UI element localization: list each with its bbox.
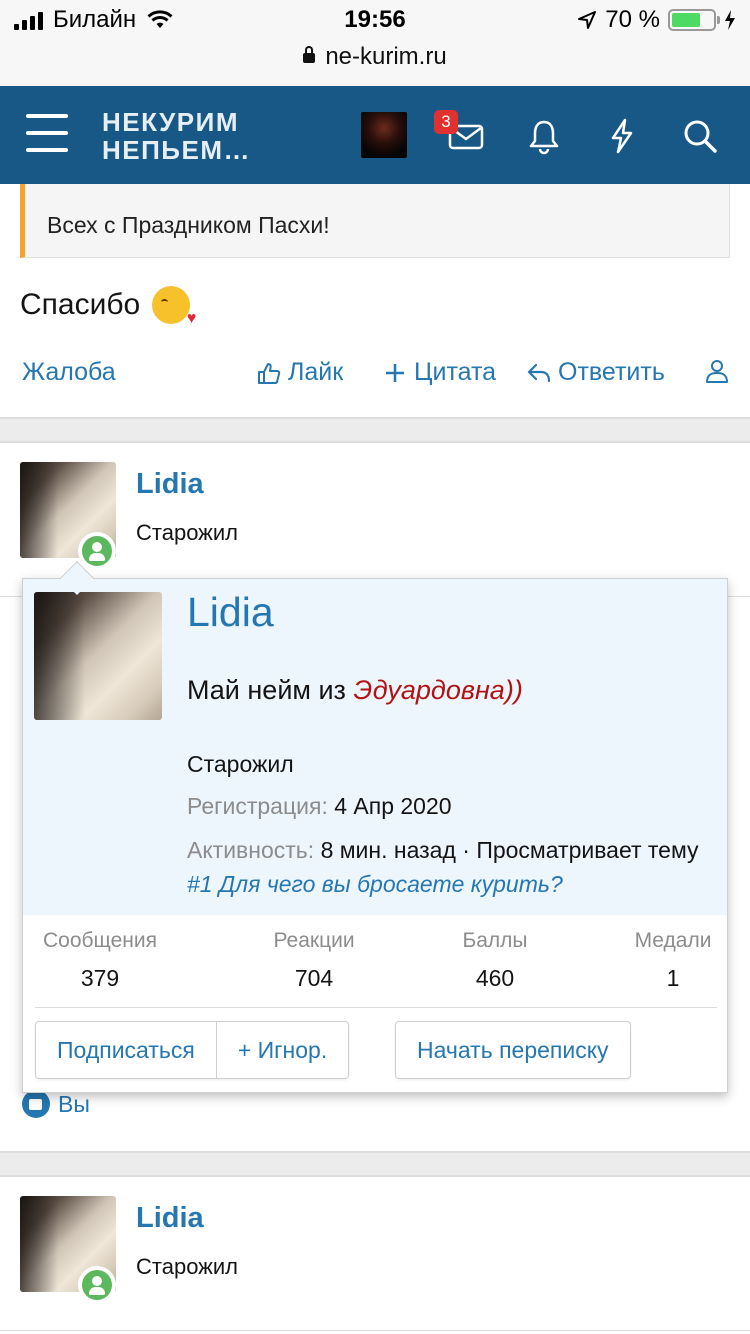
reply-label: Ответить bbox=[558, 358, 665, 386]
stat-value: 1 bbox=[666, 965, 680, 991]
post-separator bbox=[0, 417, 750, 443]
registration-row: Регистрация: 4 Апр 2020 bbox=[187, 789, 717, 823]
plus-icon bbox=[386, 363, 404, 382]
report-link[interactable]: Жалоба bbox=[22, 358, 116, 387]
stat-points: Баллы 460 bbox=[435, 929, 555, 992]
battery-percent: 70 % bbox=[605, 6, 660, 33]
bell-icon[interactable] bbox=[524, 116, 564, 156]
like-label: Лайк bbox=[288, 358, 344, 386]
online-indicator-icon bbox=[78, 532, 116, 570]
lock-icon bbox=[303, 46, 316, 63]
quote-label: Цитата bbox=[414, 358, 497, 386]
start-conversation-button[interactable]: Начать переписку bbox=[395, 1021, 631, 1079]
card-status-message: Май нейм из Эдуардовна)) bbox=[187, 675, 523, 706]
lightning-icon[interactable] bbox=[602, 116, 642, 156]
logo-line-1: НЕКУРИМ bbox=[102, 107, 239, 137]
activity-value: 8 мин. назад · Просматривает тему bbox=[320, 837, 699, 863]
stat-messages: Сообщения 379 bbox=[35, 929, 165, 992]
reactions-text: Вы bbox=[58, 1090, 90, 1117]
charging-icon bbox=[725, 10, 735, 30]
address-bar[interactable]: ne-kurim.ru bbox=[0, 40, 750, 86]
site-logo[interactable]: НЕКУРИМ НЕПЬЕМ… bbox=[102, 108, 251, 164]
status-right: 70 % bbox=[577, 6, 736, 34]
stat-value: 379 bbox=[80, 965, 120, 991]
location-arrow-icon bbox=[578, 11, 597, 29]
url-text: ne-kurim.ru bbox=[325, 43, 447, 70]
activity-label: Активность: bbox=[187, 837, 315, 863]
card-user-title: Старожил bbox=[187, 751, 294, 777]
post-actions: Жалоба Лайк Цитата Ответить bbox=[0, 356, 750, 396]
stat-reactions: Реакции 704 bbox=[249, 929, 379, 992]
quote-block: Всех с Праздником Пасхи! bbox=[20, 184, 730, 258]
stat-label: Медали bbox=[634, 929, 712, 952]
ignore-button[interactable]: + Игнор. bbox=[215, 1022, 348, 1078]
account-avatar[interactable] bbox=[361, 112, 407, 158]
like-button[interactable]: Лайк bbox=[256, 358, 343, 387]
status-prefix: Май нейм из bbox=[187, 675, 354, 705]
follow-ignore-group: Подписаться + Игнор. bbox=[35, 1021, 350, 1079]
thumbs-up-icon bbox=[258, 362, 281, 384]
reply-button[interactable]: Ответить bbox=[526, 358, 665, 387]
user-title: Старожил bbox=[136, 520, 239, 545]
user-title: Старожил bbox=[136, 1254, 239, 1279]
registration-label: Регистрация: bbox=[187, 793, 328, 819]
status-bar: Билайн 19:56 70 % bbox=[0, 0, 750, 40]
post-body: Спасибо bbox=[20, 286, 196, 328]
stat-label: Баллы bbox=[462, 929, 528, 952]
stat-value: 460 bbox=[475, 965, 515, 991]
online-indicator-icon bbox=[78, 1266, 116, 1304]
card-username[interactable]: Lidia bbox=[187, 589, 274, 636]
reply-icon bbox=[527, 363, 551, 382]
logo-line-2: НЕПЬЕМ… bbox=[102, 135, 251, 165]
quote-text: Всех с Праздником Пасхи! bbox=[47, 212, 330, 238]
card-avatar[interactable] bbox=[34, 592, 162, 720]
username[interactable]: Lidia bbox=[136, 468, 204, 501]
battery-icon bbox=[668, 9, 720, 31]
like-reaction-icon bbox=[22, 1090, 50, 1118]
post-text: Спасибо bbox=[20, 288, 141, 321]
member-tooltip-card: Lidia Май нейм из Эдуардовна)) Старожил … bbox=[22, 561, 728, 1093]
site-header: НЕКУРИМ НЕПЬЕМ… 3 bbox=[0, 86, 750, 184]
divider bbox=[0, 1330, 750, 1331]
follow-button[interactable]: Подписаться bbox=[36, 1022, 216, 1078]
search-icon[interactable] bbox=[680, 116, 720, 156]
activity-thread-link[interactable]: #1 Для чего вы бросаете курить? bbox=[187, 871, 563, 897]
user-button[interactable] bbox=[704, 358, 730, 384]
post-separator bbox=[0, 1151, 750, 1177]
report-label: Жалоба bbox=[22, 358, 116, 386]
stat-label: Реакции bbox=[273, 929, 355, 952]
stat-value: 704 bbox=[294, 965, 334, 991]
user-icon bbox=[706, 360, 728, 383]
menu-icon[interactable] bbox=[26, 114, 68, 152]
reactions-bar[interactable]: Вы bbox=[22, 1090, 90, 1118]
stat-label: Сообщения bbox=[43, 929, 157, 952]
stat-medals: Медали 1 bbox=[623, 929, 723, 992]
messages-badge: 3 bbox=[434, 110, 458, 134]
registration-value: 4 Апр 2020 bbox=[334, 793, 452, 819]
activity-row: Активность: 8 мин. назад · Просматривает… bbox=[187, 833, 717, 901]
kissing-heart-emoji bbox=[152, 286, 196, 328]
username[interactable]: Lidia bbox=[136, 1202, 204, 1235]
stats-divider bbox=[35, 1007, 717, 1008]
status-highlight: Эдуардовна)) bbox=[353, 675, 523, 705]
quote-button[interactable]: Цитата bbox=[382, 358, 496, 387]
